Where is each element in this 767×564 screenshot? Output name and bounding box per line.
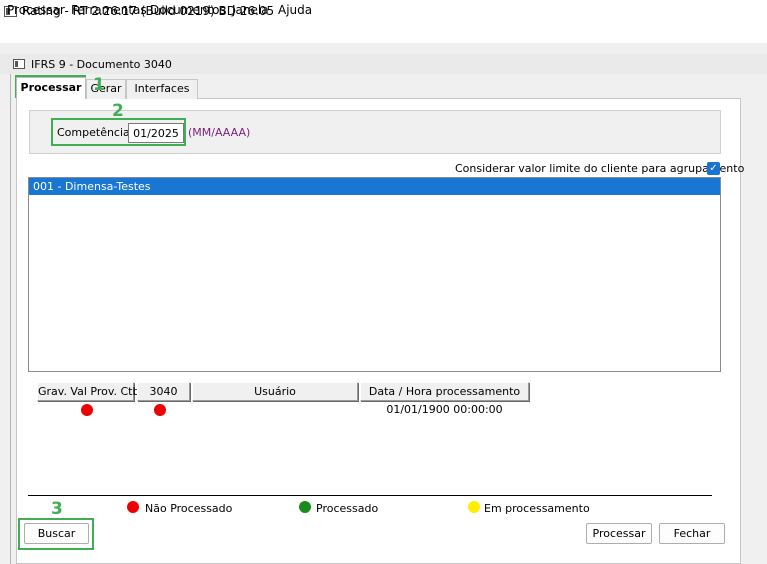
tab-gerar[interactable]: Gerar [86, 79, 126, 99]
legend-processado: Processado [316, 502, 379, 515]
menu-processar[interactable]: Processar [7, 3, 65, 17]
annotation-box-2 [51, 118, 186, 146]
tab-interfaces[interactable]: Interfaces [126, 79, 198, 99]
legend-green-dot-icon [299, 501, 311, 513]
child-window-icon [13, 59, 25, 69]
status-dot-3040-nao-processado-icon [154, 404, 166, 416]
column-header-usuario[interactable]: Usuário [192, 382, 358, 401]
column-header-3040[interactable]: 3040 [137, 382, 190, 401]
legend-yellow-dot-icon [468, 501, 480, 513]
legend-em-processamento: Em processamento [484, 502, 590, 515]
agrupamento-checkbox[interactable]: ✓ [707, 162, 720, 175]
tab-processar[interactable]: Processar [16, 77, 86, 99]
column-header-data-hora[interactable]: Data / Hora processamento [360, 382, 529, 401]
legend-separator [28, 495, 712, 496]
child-window-title: IFRS 9 - Documento 3040 [31, 58, 172, 71]
menu-documentos[interactable]: Documentos [150, 3, 226, 17]
processar-button[interactable]: Processar [586, 523, 652, 544]
checkmark-icon: ✓ [709, 163, 718, 174]
menu-ajuda[interactable]: Ajuda [278, 3, 312, 17]
child-window-border [10, 74, 11, 564]
annotation-box-3 [18, 518, 94, 550]
annotation-number-3: 3 [51, 499, 63, 519]
legend-nao-processado: Não Processado [145, 502, 233, 515]
annotation-number-1: 1 [93, 75, 105, 95]
column-header-grav-val-prov[interactable]: Grav. Val Prov. Ctb [37, 382, 139, 401]
empresa-list[interactable] [28, 177, 721, 372]
menu-ferramentas[interactable]: Ferramentas [71, 3, 147, 17]
menu-bar [0, 23, 767, 43]
annotation-number-2: 2 [112, 101, 124, 121]
legend-red-dot-icon [127, 501, 139, 513]
fechar-button[interactable]: Fechar [659, 523, 725, 544]
competencia-format-hint: (MM/AAAA) [188, 126, 251, 139]
data-hora-value: 01/01/1900 00:00:00 [386, 403, 503, 416]
status-dot-grav-nao-processado-icon [81, 404, 93, 416]
agrupamento-label: Considerar valor limite do cliente para … [455, 162, 745, 175]
list-item[interactable]: 001 - Dimensa-Testes [29, 178, 720, 195]
menu-janela[interactable]: Janela [232, 3, 269, 17]
